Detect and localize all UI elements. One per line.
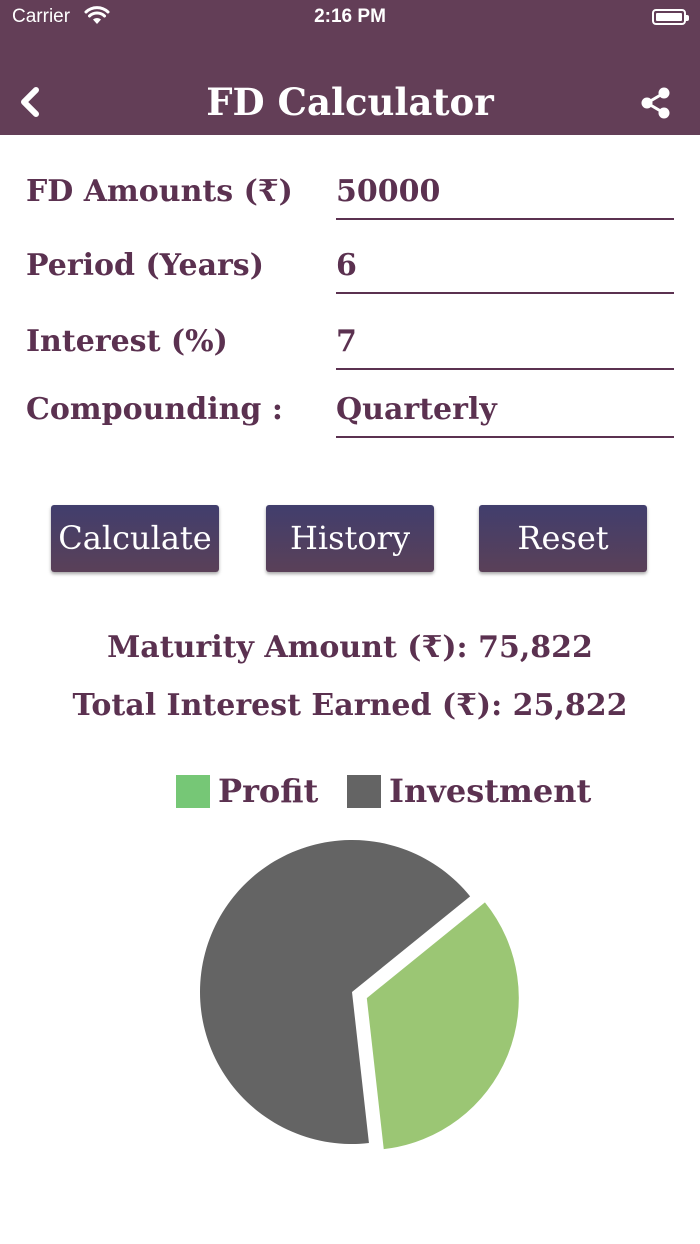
nav-bar: FD Calculator: [0, 68, 700, 136]
amount-label: FD Amounts (₹): [26, 174, 293, 209]
header-bar: Carrier 2:16 PM FD Calculator: [0, 0, 700, 135]
history-button[interactable]: History: [266, 505, 434, 572]
legend-swatch-profit: [176, 775, 210, 808]
reset-button[interactable]: Reset: [479, 505, 647, 572]
legend-label-profit: Profit: [218, 772, 319, 810]
amount-input[interactable]: 50000: [336, 162, 674, 220]
pie-chart: [200, 839, 519, 1150]
period-label: Period (Years): [26, 248, 264, 283]
legend-label-investment: Investment: [389, 772, 592, 810]
interest-label: Interest (%): [26, 324, 228, 359]
battery-icon: [652, 9, 689, 25]
compounding-select[interactable]: Quarterly: [336, 380, 674, 438]
form-row-amount: FD Amounts (₹) 50000: [0, 162, 700, 222]
status-bar: Carrier 2:16 PM: [0, 0, 700, 36]
total-interest: Total Interest Earned (₹): 25,822: [72, 688, 628, 723]
chart-legend: Profit Investment: [0, 772, 700, 812]
maturity-amount: Maturity Amount (₹): 75,822: [107, 630, 593, 665]
period-input[interactable]: 6: [336, 236, 674, 294]
legend-swatch-investment: [347, 775, 381, 808]
form-row-compounding: Compounding : Quarterly: [0, 380, 700, 440]
status-time: 2:16 PM: [314, 6, 386, 27]
page-title: FD Calculator: [206, 80, 494, 124]
form-row-interest: Interest (%) 7: [0, 312, 700, 372]
share-icon: [641, 87, 670, 119]
form-row-period: Period (Years) 6: [0, 236, 700, 296]
compounding-label: Compounding :: [26, 392, 283, 427]
share-button[interactable]: [640, 86, 672, 120]
interest-input[interactable]: 7: [336, 312, 674, 370]
calculate-button[interactable]: Calculate: [51, 505, 219, 572]
